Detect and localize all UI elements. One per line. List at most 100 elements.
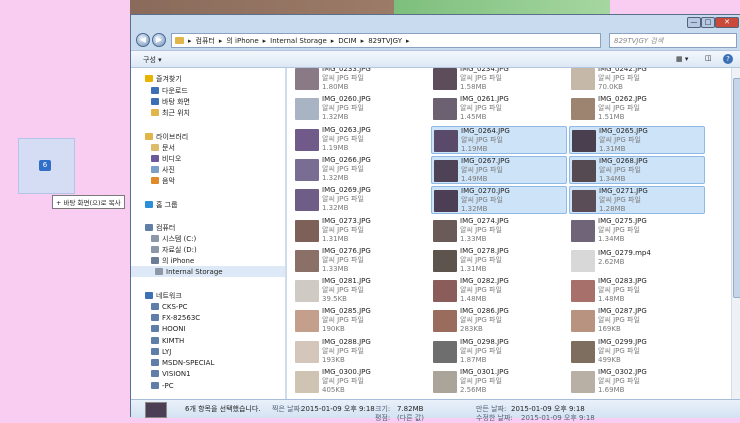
nav-item-label: 비디오 <box>162 154 182 163</box>
nav-item[interactable]: 자료실 (D:) <box>151 244 197 255</box>
image-thumbnail <box>571 280 595 303</box>
file-tile[interactable]: IMG_0262.JPG 알씨 JPG 파일 1.51MB <box>569 95 705 123</box>
file-tile[interactable]: IMG_0267.JPG 알씨 JPG 파일 1.49MB <box>431 155 567 184</box>
image-thumbnail <box>295 68 319 90</box>
file-tile[interactable]: IMG_0283.JPG 알씨 JPG 파일 1.48MB <box>569 277 705 305</box>
scrollbar-thumb[interactable] <box>733 78 740 298</box>
file-type: 알씨 JPG 파일 <box>322 195 364 204</box>
file-tile[interactable]: IMG_0242.JPG 알씨 JPG 파일 70.0KB <box>569 68 705 93</box>
preview-pane-button[interactable]: ◫ <box>705 54 712 62</box>
file-tile[interactable]: IMG_0270.JPG 알씨 JPG 파일 1.32MB <box>431 186 567 215</box>
file-name: IMG_0269.JPG <box>322 186 371 195</box>
breadcrumb-internal-storage[interactable]: Internal Storage <box>270 37 327 45</box>
nav-item[interactable]: 컴퓨터 <box>145 222 175 233</box>
file-tile[interactable]: IMG_0233.JPG 알씨 JPG 파일 1.80MB <box>293 68 429 93</box>
file-tile[interactable]: IMG_0260.JPG 알씨 JPG 파일 1.32MB <box>293 95 429 123</box>
nav-item[interactable]: KIMTH <box>151 335 184 346</box>
file-name: IMG_0300.JPG <box>322 368 371 376</box>
file-tile[interactable]: IMG_0279.mp4 2.62MB <box>569 247 705 275</box>
nav-item[interactable]: 최근 위치 <box>151 107 190 118</box>
image-thumbnail <box>571 310 595 333</box>
nav-item[interactable]: Internal Storage <box>131 266 285 277</box>
nav-item[interactable]: 시스템 (C:) <box>151 233 196 244</box>
file-size: 1.31MB <box>322 234 349 243</box>
navigation-pane: 즐겨찾기 다운로드 바탕 화면 최근 위치라이브러리 문서 비디오 사진 음악홈 그룹컴퓨터 시… <box>131 68 286 399</box>
file-tile[interactable]: IMG_0264.JPG 알씨 JPG 파일 1.19MB <box>431 125 567 154</box>
forward-button[interactable]: ▶ <box>152 33 166 47</box>
taken-date-value: 2015-01-09 오후 9:18 <box>301 405 375 413</box>
file-size: 1.31MB <box>599 144 626 153</box>
nav-item[interactable]: 라이브러리 <box>145 131 188 142</box>
file-tile[interactable]: IMG_0276.JPG 알씨 JPG 파일 1.33MB <box>293 247 429 275</box>
file-type: 알씨 JPG 파일 <box>460 316 502 325</box>
nav-item[interactable]: 홈 그룹 <box>145 199 178 210</box>
file-type: 알씨 JPG 파일 <box>598 346 640 355</box>
nav-item-label: 네트워크 <box>156 291 182 300</box>
file-tile[interactable]: IMG_0261.JPG 알씨 JPG 파일 1.45MB <box>431 95 567 123</box>
file-tile[interactable]: IMG_0265.JPG 알씨 JPG 파일 1.31MB <box>569 125 705 154</box>
organize-button[interactable]: 구성 ▾ <box>143 55 162 65</box>
file-tile[interactable]: IMG_0298.JPG 알씨 JPG 파일 1.87MB <box>431 338 567 366</box>
file-tile[interactable]: IMG_0285.JPG 알씨 JPG 파일 190KB <box>293 307 429 335</box>
file-tile[interactable]: IMG_0274.JPG 알씨 JPG 파일 1.33MB <box>431 217 567 245</box>
nav-item[interactable]: 네트워크 <box>145 290 182 301</box>
nav-item[interactable]: LYJ <box>151 346 171 357</box>
file-tile[interactable]: IMG_0281.JPG 알씨 JPG 파일 39.5KB <box>293 277 429 305</box>
pc-icon <box>151 325 159 332</box>
minimize-button[interactable]: — <box>687 17 701 28</box>
nav-item[interactable]: 음악 <box>151 175 175 186</box>
file-tile[interactable]: IMG_0302.JPG 알씨 JPG 파일 1.69MB <box>569 368 705 396</box>
maximize-button[interactable]: □ <box>701 17 715 28</box>
breadcrumb-current-folder[interactable]: 829TVJGY <box>368 37 402 45</box>
nav-item[interactable]: MSDN-SPECIAL <box>151 357 214 368</box>
file-size: 1.32MB <box>322 113 349 122</box>
file-tile[interactable]: IMG_0282.JPG 알씨 JPG 파일 1.48MB <box>431 277 567 305</box>
nav-item[interactable]: -PC <box>151 380 174 391</box>
file-tile[interactable]: IMG_0286.JPG 알씨 JPG 파일 283KB <box>431 307 567 335</box>
breadcrumb-computer[interactable]: 컴퓨터 <box>196 36 215 46</box>
view-options-button[interactable]: ▦ ▾ <box>676 55 688 63</box>
file-tile[interactable]: IMG_0273.JPG 알씨 JPG 파일 1.31MB <box>293 217 429 245</box>
address-row: ◀ ▶ ▸ 컴퓨터 ▸ 의 iPhone ▸ Internal Storage … <box>131 32 740 49</box>
file-tile[interactable]: IMG_0275.JPG 알씨 JPG 파일 1.34MB <box>569 217 705 245</box>
file-tile[interactable]: IMG_0269.JPG 알씨 JPG 파일 1.32MB <box>293 186 429 214</box>
search-input[interactable]: 829TVJGY 검색 <box>609 33 737 48</box>
nav-item[interactable]: 의 iPhone <box>151 255 194 266</box>
title-bar[interactable]: — □ ✕ <box>131 15 740 31</box>
file-size: 1.69MB <box>598 386 625 394</box>
nav-item[interactable]: FX-82563C <box>151 312 200 323</box>
close-button[interactable]: ✕ <box>715 17 739 28</box>
nav-item[interactable]: 바탕 화면 <box>151 96 190 107</box>
file-tile[interactable]: IMG_0234.JPG 알씨 JPG 파일 1.58MB <box>431 68 567 93</box>
file-tile[interactable]: IMG_0266.JPG 알씨 JPG 파일 1.32MB <box>293 156 429 184</box>
vertical-scrollbar[interactable] <box>731 68 740 399</box>
file-tile[interactable]: IMG_0268.JPG 알씨 JPG 파일 1.34MB <box>569 155 705 184</box>
nav-item[interactable]: 문서 <box>151 142 175 153</box>
file-tile[interactable]: IMG_0300.JPG 알씨 JPG 파일 405KB <box>293 368 429 396</box>
nav-item-label: -PC <box>162 381 174 390</box>
help-button[interactable]: ? <box>723 54 733 64</box>
file-tile[interactable]: IMG_0301.JPG 알씨 JPG 파일 2.56MB <box>431 368 567 396</box>
back-button[interactable]: ◀ <box>136 33 150 47</box>
nav-item[interactable]: 사진 <box>151 164 175 175</box>
nav-item[interactable]: 비디오 <box>151 153 181 164</box>
nav-item[interactable]: HOONI <box>151 323 186 334</box>
address-bar[interactable]: ▸ 컴퓨터 ▸ 의 iPhone ▸ Internal Storage ▸ DC… <box>171 33 601 48</box>
file-type: 알씨 JPG 파일 <box>598 74 640 82</box>
nav-item[interactable]: VISION1 <box>151 368 191 379</box>
nav-item[interactable]: 즐겨찾기 <box>145 73 182 84</box>
file-tile[interactable]: IMG_0288.JPG 알씨 JPG 파일 193KB <box>293 338 429 366</box>
file-tile[interactable]: IMG_0271.JPG 알씨 JPG 파일 1.28MB <box>569 186 705 215</box>
breadcrumb-iphone[interactable]: 의 iPhone <box>226 36 258 46</box>
file-type: 알씨 JPG 파일 <box>460 225 502 234</box>
nav-item[interactable]: CKS-PC <box>151 301 188 312</box>
file-tile[interactable]: IMG_0299.JPG 알씨 JPG 파일 499KB <box>569 338 705 366</box>
file-tile[interactable]: IMG_0287.JPG 알씨 JPG 파일 169KB <box>569 307 705 335</box>
file-tile[interactable]: IMG_0263.JPG 알씨 JPG 파일 1.19MB <box>293 126 429 154</box>
nav-item-label: Internal Storage <box>166 267 223 276</box>
file-tile[interactable]: IMG_0278.JPG 알씨 JPG 파일 1.31MB <box>431 247 567 275</box>
file-type: 알씨 JPG 파일 <box>322 377 364 385</box>
breadcrumb-dcim[interactable]: DCIM <box>338 37 356 45</box>
nav-item[interactable]: 다운로드 <box>151 85 188 96</box>
file-size: 1.28MB <box>599 205 626 214</box>
